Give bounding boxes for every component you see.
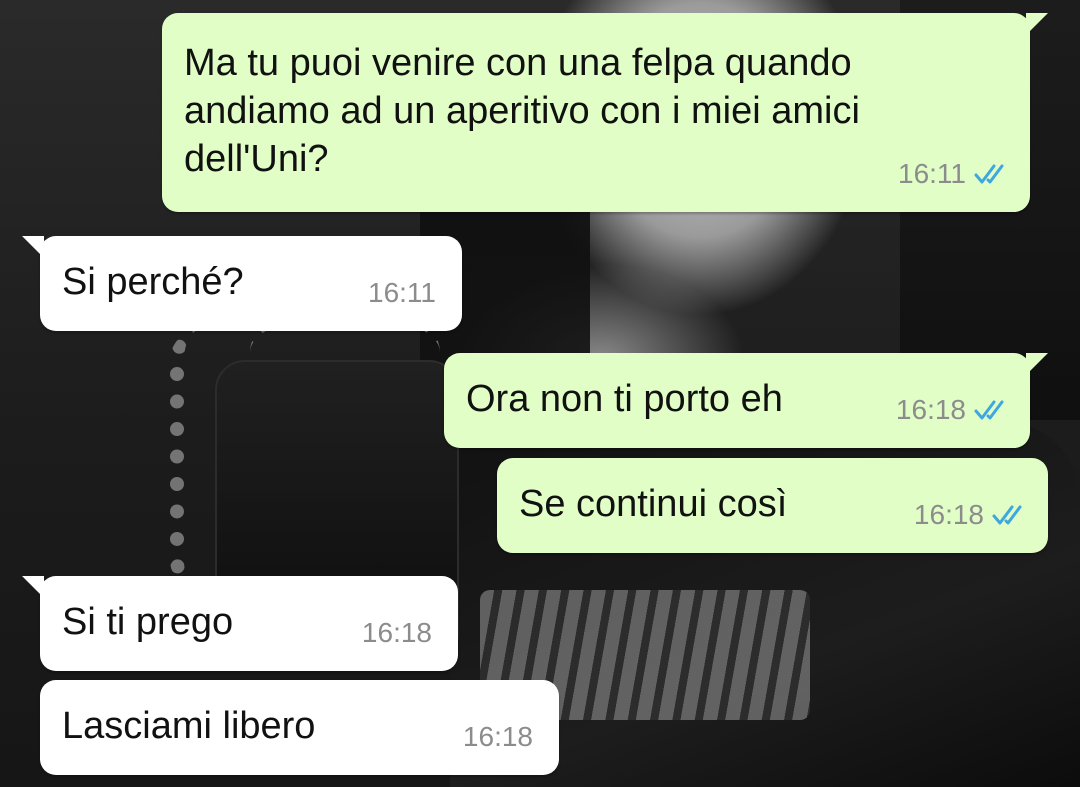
message-text: Ma tu puoi venire con una felpa quando a… <box>184 42 860 180</box>
message-meta: 16:11 <box>368 269 436 317</box>
message-time: 16:11 <box>368 277 436 308</box>
double-check-read-icon <box>974 164 1004 184</box>
message-bubble-incoming[interactable]: Si ti prego 16:18 <box>22 576 458 671</box>
message-bubble-outgoing[interactable]: Ma tu puoi venire con una felpa quando a… <box>162 13 1048 212</box>
message-meta: 16:11 <box>898 150 1010 198</box>
message-meta: 16:18 <box>362 609 432 657</box>
message-bubble-incoming[interactable]: Lasciami libero 16:18 <box>40 680 559 775</box>
message-time: 16:11 <box>898 158 966 189</box>
message-time: 16:18 <box>462 721 533 752</box>
message-time: 16:18 <box>895 394 966 425</box>
message-meta: 16:18 <box>914 491 1028 539</box>
message-meta: 16:18 <box>463 713 533 761</box>
message-meta: 16:18 <box>896 386 1010 434</box>
message-time: 16:18 <box>361 617 432 648</box>
message-bubble-outgoing[interactable]: Se continui così 16:18 <box>497 458 1048 553</box>
double-check-read-icon <box>992 505 1022 525</box>
message-bubble-outgoing[interactable]: Ora non ti porto eh 16:18 <box>444 353 1048 448</box>
double-check-read-icon <box>974 400 1004 420</box>
message-bubble-incoming[interactable]: Si perché? 16:11 <box>22 236 462 331</box>
message-time: 16:18 <box>913 499 984 530</box>
